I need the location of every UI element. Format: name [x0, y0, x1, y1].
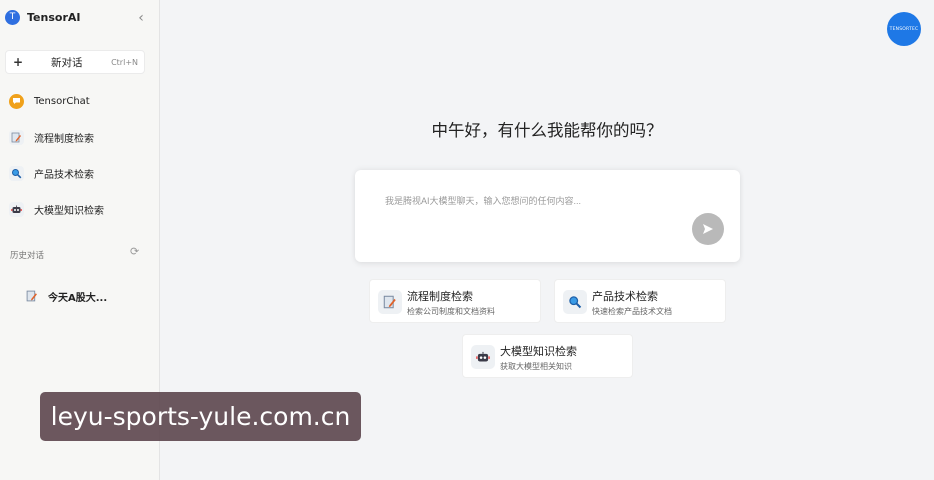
- plus-icon: +: [13, 55, 24, 69]
- document-pen-icon: [26, 287, 38, 306]
- new-chat-button[interactable]: + 新对话 Ctrl+N: [5, 50, 145, 74]
- magnifier-icon: [563, 290, 587, 314]
- card-description: 快速检索产品技术文档: [592, 307, 672, 316]
- card-description: 检索公司制度和文档资料: [407, 307, 495, 316]
- quick-card-llm-knowledge[interactable]: 大模型知识检索 获取大模型相关知识: [462, 334, 633, 378]
- card-title: 大模型知识检索: [500, 345, 577, 358]
- user-avatar[interactable]: TENSORTEC: [887, 12, 921, 46]
- send-button[interactable]: [692, 213, 724, 245]
- card-description: 获取大模型相关知识: [500, 362, 572, 371]
- sidebar-item-label: TensorChat: [34, 95, 90, 107]
- quick-card-process-search[interactable]: 流程制度检索 检索公司制度和文档资料: [369, 279, 541, 323]
- sidebar-item-process-search[interactable]: 流程制度检索: [9, 126, 149, 148]
- chevron-left-icon: ‹: [138, 10, 144, 26]
- sidebar-item-tensorchat[interactable]: TensorChat: [9, 90, 149, 112]
- chat-input[interactable]: [383, 195, 687, 207]
- history-section-title: 历史对话: [10, 251, 45, 261]
- brand[interactable]: T TensorAI: [5, 10, 80, 25]
- sidebar-item-label: 大模型知识检索: [34, 205, 104, 217]
- chat-bubble-icon: [9, 93, 24, 109]
- sidebar-item-product-search[interactable]: 产品技术检索: [9, 162, 149, 184]
- refresh-icon[interactable]: ⟳: [130, 245, 139, 258]
- sidebar-item-llm-knowledge[interactable]: 大模型知识检索: [9, 198, 149, 220]
- history-item-label: 今天A股大...: [48, 292, 108, 304]
- new-chat-label: 新对话: [51, 56, 83, 69]
- chat-input-box: [355, 170, 740, 262]
- sidebar-item-label: 产品技术检索: [34, 169, 94, 181]
- robot-icon: [471, 345, 495, 369]
- watermark-banner: leyu-sports-yule.com.cn: [40, 392, 361, 441]
- collapse-sidebar-button[interactable]: ‹: [134, 10, 148, 26]
- magnifier-icon: [9, 165, 24, 181]
- send-icon: [703, 224, 713, 234]
- document-pen-icon: [9, 129, 24, 145]
- brand-name: TensorAI: [27, 11, 81, 24]
- quick-card-product-search[interactable]: 产品技术检索 快速检索产品技术文档: [554, 279, 726, 323]
- new-chat-shortcut: Ctrl+N: [111, 57, 138, 67]
- card-title: 产品技术检索: [592, 290, 658, 303]
- document-pen-icon: [378, 290, 402, 314]
- greeting-title: 中午好，有什么我能帮你的吗？: [431, 121, 663, 140]
- brand-logo: T: [5, 10, 20, 25]
- card-title: 流程制度检索: [407, 290, 473, 303]
- robot-icon: [9, 201, 24, 217]
- history-item[interactable]: 今天A股大...: [26, 287, 107, 305]
- sidebar-item-label: 流程制度检索: [34, 133, 94, 145]
